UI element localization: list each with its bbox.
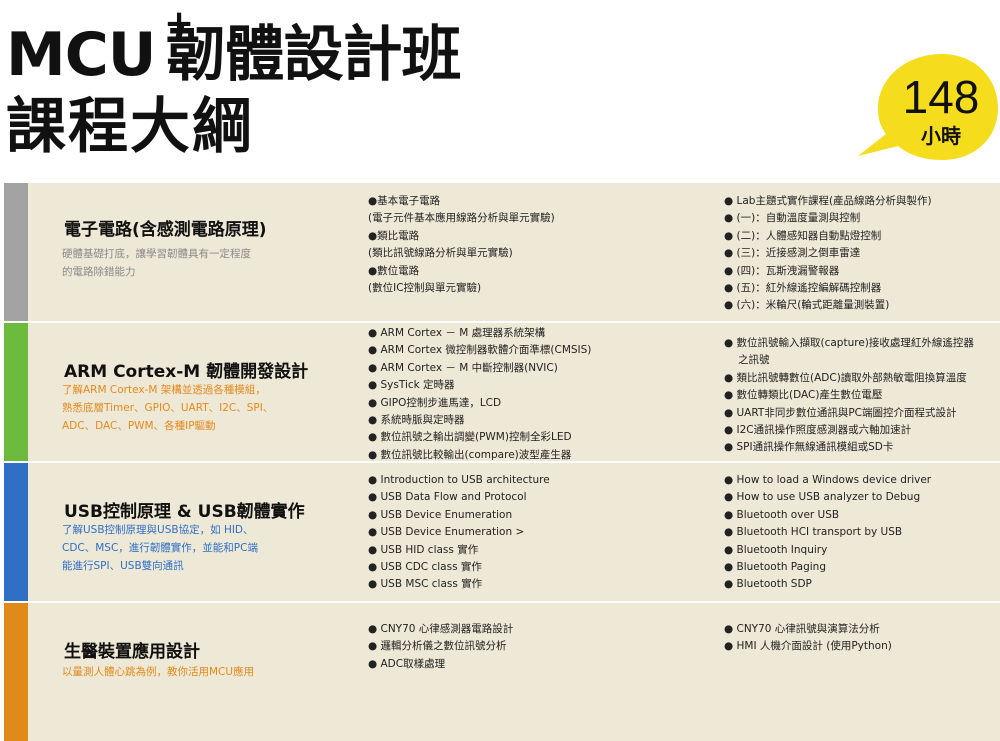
list-item: ● How to use USB analyzer to Debug xyxy=(724,491,921,504)
list-item: ●數位電路 xyxy=(368,264,420,277)
list-item: ● (二)：人體感知器自動點燈控制 xyxy=(724,229,882,242)
left-topic-list: ● CNY70 心律感測器電路設計 ● 邏輯分析儀之數位訊號分析 ● ADC取樣… xyxy=(368,621,513,673)
section-arm-cortex: ARM Cortex-M 韌體開發設計 了解ARM Cortex-M 架構並透過… xyxy=(4,323,1000,461)
hours-badge: 148 小時 xyxy=(850,50,1000,170)
list-item: (電子元件基本應用線路分析與單元實驗) xyxy=(368,212,555,225)
section-title: 電子電路(含感測電路原理) xyxy=(64,220,267,240)
list-item: ● CNY70 心律感測器電路設計 xyxy=(368,623,514,635)
section-desc: 了解ARM Cortex-M 架構並透過各種模組， 熟悉底層Timer、GPIO… xyxy=(62,384,274,432)
list-item: ● ARM Cortex － M 處理器系統架構 xyxy=(368,327,546,339)
left-topic-list: ●基本電子電路 (電子元件基本應用線路分析與單元實驗) ●類比電路 (類比訊號線… xyxy=(368,193,555,297)
list-item: ● ARM Cortex 微控制器軟體介面準標(CMSIS) xyxy=(368,344,592,357)
list-item: ● (六)：米輪尺(輪式距離量測裝置) xyxy=(724,299,890,312)
list-item: ● 數位轉類比(DAC)產生數位電壓 xyxy=(724,389,883,402)
section-color-bar xyxy=(4,463,28,601)
right-topic-list: ● 數位訊號輸入擷取(capture)接收處理紅外線遙控器 之訊號 ● 類比訊號… xyxy=(724,335,974,457)
list-item: ● 數位訊號之輸出調變(PWM)控制全彩LED xyxy=(368,431,572,444)
section-desc: 以量測人體心跳為例，教你活用MCU應用 xyxy=(62,666,255,678)
list-item: ● 數位訊號比較輸出(compare)波型產生器 xyxy=(368,448,572,461)
list-item: ● Bluetooth Inquiry xyxy=(724,543,828,556)
list-item: ● 數位訊號輸入擷取(capture)接收處理紅外線遙控器 之訊號 xyxy=(724,337,974,367)
list-item: ● Bluetooth over USB xyxy=(724,508,840,521)
list-item: ● (四)：瓦斯洩漏警報器 xyxy=(724,264,840,277)
list-item: ● USB Data Flow and Protocol xyxy=(368,491,527,504)
list-item: ● ARM Cortex － M 中斷控制器(NVIC) xyxy=(368,361,558,374)
list-item: ● ADC取樣處理 xyxy=(368,657,446,670)
list-item: ● USB Device Enumeration xyxy=(368,508,513,521)
list-item: ● HMI 人機介面設計 (使用Python) xyxy=(724,640,892,653)
list-item: ● (一)：自動溫度量測與控制 xyxy=(724,212,861,225)
section-title: ARM Cortex-M 韌體開發設計 xyxy=(64,362,309,382)
title-plus: + xyxy=(164,3,194,44)
section-desc: 硬體基礎打底，讓學習韌體具有一定程度 的電路除錯能力 xyxy=(62,248,251,278)
section-title: USB控制原理 & USB韌體實作 xyxy=(64,502,305,522)
hours-unit: 小時 xyxy=(921,124,961,148)
course-subtitle: 課程大綱 xyxy=(6,92,254,162)
list-item: ● (五)：紅外線遙控編解碼控制器 xyxy=(724,282,882,295)
right-topic-list: ● CNY70 心律訊號與演算法分析 ● HMI 人機介面設計 (使用Pytho… xyxy=(724,621,892,656)
list-item: ● (三)：近接感測之倒車雷達 xyxy=(724,247,861,260)
list-item: ● I2C通訊操作照度感測器或六軸加速計 xyxy=(724,424,912,437)
list-item: ● SPI通訊操作無線通訊模組或SD卡 xyxy=(724,441,894,454)
hours-number: 148 xyxy=(902,71,980,123)
list-item: ● USB HID class 實作 xyxy=(368,543,479,556)
section-color-bar xyxy=(4,603,28,741)
list-item: ● SysTick 定時器 xyxy=(368,379,455,392)
list-item: ● Bluetooth Paging xyxy=(724,561,827,574)
list-item: ● Lab主題式實作課程(產品線路分析與製作) xyxy=(724,195,932,207)
list-item: ● How to load a Windows device driver xyxy=(724,474,932,486)
list-item: ● USB CDC class 實作 xyxy=(368,561,482,574)
section-color-bar xyxy=(4,183,28,321)
left-topic-list: ● Introduction to USB architecture ● USB… xyxy=(368,472,550,594)
title-rest: 韌體設計班 xyxy=(165,20,461,90)
title-mcu: MCU xyxy=(6,20,156,90)
list-item: ● 系統時脈與定時器 xyxy=(368,414,465,427)
list-item: (類比訊號線路分析與單元實驗) xyxy=(368,247,513,260)
section-color-bar xyxy=(4,323,28,461)
list-item: ● Bluetooth SDP xyxy=(724,578,812,591)
right-topic-list: ● Lab主題式實作課程(產品線路分析與製作) ● (一)：自動溫度量測與控制 … xyxy=(724,193,932,315)
list-item: ● GIPO控制步進馬達，LCD xyxy=(368,396,502,409)
list-item: ● USB Device Enumeration > xyxy=(368,526,525,539)
list-item: ● Introduction to USB architecture xyxy=(368,474,550,486)
list-item: (數位IC控制與單元實驗) xyxy=(368,282,482,295)
section-biomedical: 生醫裝置應用設計 以量測人體心跳為例，教你活用MCU應用 ● CNY70 心律感… xyxy=(4,603,1000,741)
list-item: ● USB MSC class 實作 xyxy=(368,578,483,591)
list-item: ●類比電路 xyxy=(368,229,420,242)
list-item: ● 類比訊號轉數位(ADC)讀取外部熱敏電阻換算溫度 xyxy=(724,371,967,384)
list-item: ●基本電子電路 xyxy=(368,195,441,207)
course-title: MCU + 韌體設計班 xyxy=(6,6,461,91)
right-topic-list: ● How to load a Windows device driver ● … xyxy=(724,472,931,594)
section-usb: USB控制原理 & USB韌體實作 了解USB控制原理與USB協定，如 HID、… xyxy=(4,463,1000,601)
left-topic-list: ● ARM Cortex － M 處理器系統架構 ● ARM Cortex 微控… xyxy=(368,325,591,464)
list-item: ● CNY70 心律訊號與演算法分析 xyxy=(724,623,880,635)
list-item: ● Bluetooth HCI transport by USB xyxy=(724,526,903,539)
section-desc: 了解USB控制原理與USB協定，如 HID、 CDC、MSC，進行韌體實作，並能… xyxy=(62,524,258,572)
list-item: ● 邏輯分析儀之數位訊號分析 xyxy=(368,640,507,653)
list-item: ● UART非同步數位通訊與PC端圖控介面程式設計 xyxy=(724,406,957,419)
section-title: 生醫裝置應用設計 xyxy=(64,642,200,662)
section-electronics: 電子電路(含感測電路原理) 硬體基礎打底，讓學習韌體具有一定程度 的電路除錯能力… xyxy=(4,183,1000,321)
